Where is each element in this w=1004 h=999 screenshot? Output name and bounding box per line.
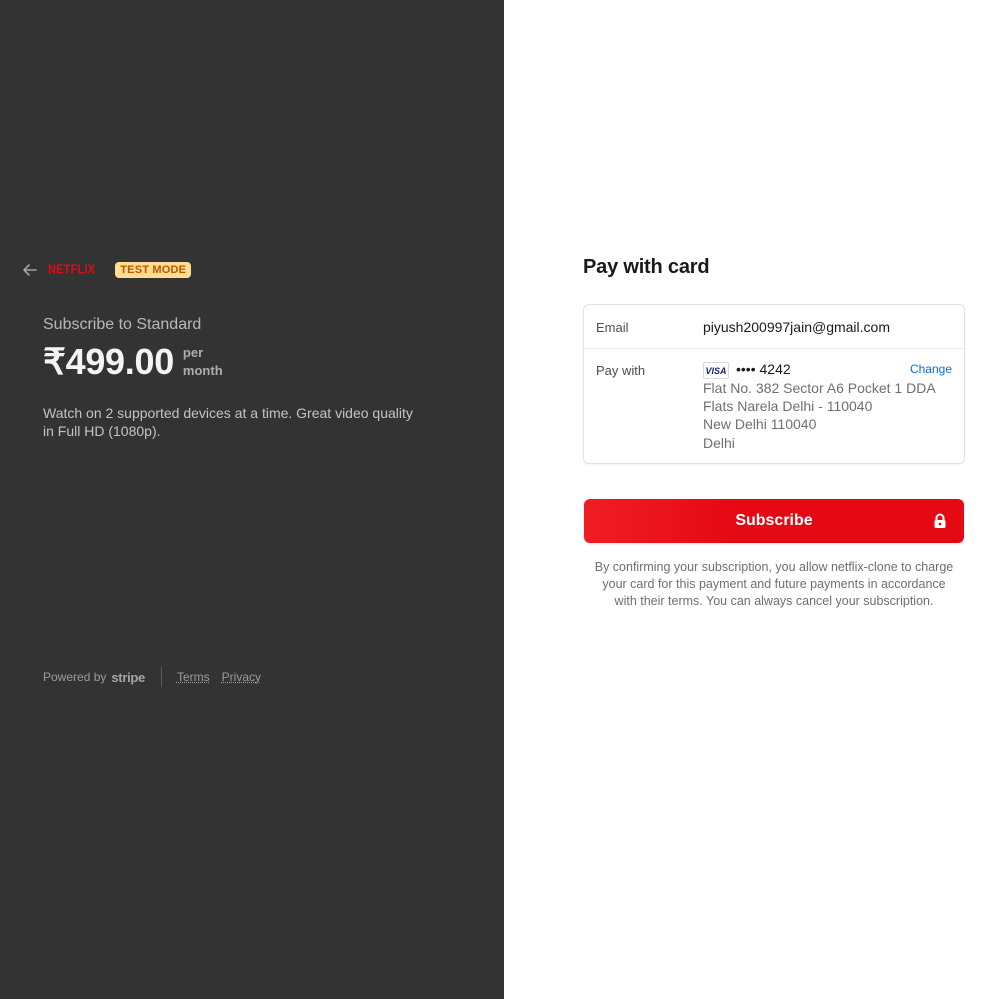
back-button[interactable] — [22, 262, 38, 278]
payment-panel: Pay with card Email piyush200997jain@gma… — [504, 0, 1004, 999]
header-row: NETFLIX TEST MODE — [22, 259, 192, 281]
price-amount: ₹499.00 — [43, 341, 174, 382]
address-line: New Delhi 110040 — [703, 416, 817, 433]
address-line: Flat No. 382 Sector A6 Pocket 1 DDA — [703, 380, 936, 396]
powered-by-label: Powered by — [43, 670, 107, 684]
subscribe-button[interactable]: Subscribe — [584, 499, 964, 543]
footer: Powered by stripe Terms Privacy — [43, 666, 273, 688]
address-line: Delhi — [703, 434, 735, 451]
address-line: Flats Narela Delhi - 110040 — [703, 398, 873, 415]
product-description: Watch on 2 supported devices at a time. … — [43, 405, 413, 439]
visa-card-brand: VISA — [705, 365, 727, 376]
visa-card-icon: VISA — [703, 362, 729, 379]
payment-title: Pay with card — [583, 256, 710, 278]
payment-details-card: Email piyush200997jain@gmail.com Pay wit… — [583, 304, 965, 464]
netflix-logo: NETFLIX — [48, 263, 96, 277]
billing-period: per month — [183, 344, 223, 380]
arrow-left-icon — [23, 264, 37, 276]
footer-divider — [160, 667, 162, 687]
billing-address: Flat No. 382 Sector A6 Pocket 1 DDA Flat… — [703, 379, 953, 452]
subscription-terms: By confirming your subscription, you all… — [594, 560, 954, 608]
privacy-link[interactable]: Privacy — [222, 670, 261, 684]
product-name: Subscribe to Standard — [43, 316, 202, 333]
subscribe-label: Subscribe — [735, 512, 813, 529]
test-mode-badge: TEST MODE — [115, 262, 192, 278]
stripe-logo[interactable]: stripe — [111, 670, 145, 685]
order-summary-panel: NETFLIX TEST MODE Subscribe to Standard … — [0, 0, 504, 999]
price-row: ₹499.00 per month — [43, 341, 223, 383]
period-line-1: per — [182, 345, 204, 360]
change-card-link[interactable]: Change — [910, 362, 952, 376]
email-label: Email — [596, 320, 629, 335]
card-last4: •••• 4242 — [736, 361, 791, 377]
period-line-2: month — [182, 363, 223, 378]
terms-link[interactable]: Terms — [177, 670, 210, 684]
email-value: piyush200997jain@gmail.com — [703, 319, 890, 335]
email-row: Email piyush200997jain@gmail.com — [584, 305, 964, 349]
pay-with-label: Pay with — [596, 363, 646, 378]
lock-icon — [934, 513, 946, 528]
